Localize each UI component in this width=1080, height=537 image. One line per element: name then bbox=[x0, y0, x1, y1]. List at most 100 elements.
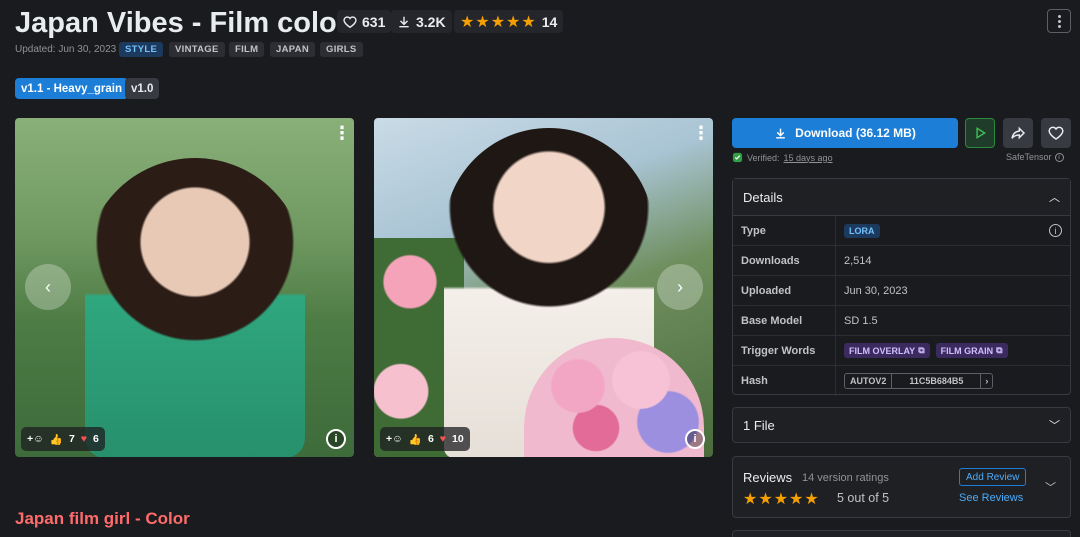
heart-count: 6 bbox=[93, 433, 99, 445]
description-heading: Japan film girl - Color bbox=[15, 509, 190, 528]
trigger-word-2[interactable]: FILM GRAIN ⧉ bbox=[935, 343, 1008, 358]
details-row-uploaded: Uploaded Jun 30, 2023 bbox=[733, 276, 1070, 306]
heart-icon[interactable]: ♥ bbox=[81, 433, 87, 445]
download-button[interactable]: Download (36.12 MB) bbox=[732, 118, 958, 148]
tag-girls[interactable]: GIRLS bbox=[320, 42, 363, 57]
share-button[interactable] bbox=[1003, 118, 1033, 148]
gallery-image-2[interactable]: ⋮ › +☺ 👍 6 ♥ 10 i bbox=[374, 118, 713, 457]
like-count: 7 bbox=[68, 433, 75, 445]
trigger-word-text: FILM OVERLAY bbox=[849, 345, 916, 356]
like-count: 6 bbox=[427, 433, 434, 445]
gallery-image-1[interactable]: ⋮ ‹ +☺ 👍 7 ♥ 6 i bbox=[15, 118, 354, 457]
row-label: Uploaded bbox=[741, 284, 792, 297]
chevron-left-icon: ‹ bbox=[45, 276, 51, 297]
files-label: 1 File bbox=[743, 417, 775, 433]
reviews-score: 5 out of 5 bbox=[837, 491, 890, 505]
version-tab-v1-1[interactable]: v1.1 - Heavy_grain bbox=[15, 78, 129, 99]
run-button[interactable] bbox=[965, 118, 995, 148]
thumbs-up-icon[interactable]: 👍 bbox=[409, 433, 422, 446]
version-tab-v1-0[interactable]: v1.0 bbox=[125, 78, 160, 99]
rating-stat[interactable]: ★★★★★ 14 bbox=[454, 10, 564, 33]
row-value: SD 1.5 bbox=[835, 306, 1070, 335]
details-row-downloads: Downloads 2,514 bbox=[733, 246, 1070, 276]
info-icon[interactable]: i bbox=[1054, 152, 1064, 162]
reviews-panel: Reviews 14 version ratings ★★★★★ 5 out o… bbox=[732, 456, 1071, 518]
row-label: Hash bbox=[741, 375, 768, 387]
file-format: SafeTensor i bbox=[1006, 152, 1064, 162]
info-icon[interactable]: i bbox=[1049, 224, 1062, 237]
copy-icon[interactable]: ⧉ bbox=[918, 345, 924, 356]
page-title: Japan Vibes - Film color bbox=[15, 7, 349, 39]
row-label: Type bbox=[741, 224, 766, 237]
add-reaction-icon[interactable]: +☺ bbox=[386, 433, 403, 445]
tag-film[interactable]: FILM bbox=[229, 42, 265, 57]
download-icon bbox=[776, 128, 785, 139]
tag-vintage[interactable]: VINTAGE bbox=[169, 42, 225, 57]
likes-stat[interactable]: 631 bbox=[337, 10, 392, 33]
details-row-trigger-words: Trigger Words FILM OVERLAY ⧉ FILM GRAIN ⧉ bbox=[733, 336, 1070, 366]
star-rating-icon: ★★★★★ bbox=[743, 491, 820, 508]
hash-value[interactable]: 11C5B684B5 bbox=[892, 374, 982, 388]
rating-count: 14 bbox=[541, 13, 558, 30]
likes-count: 631 bbox=[362, 13, 386, 30]
star-rating-icon: ★★★★★ bbox=[460, 13, 537, 31]
more-menu-button[interactable] bbox=[1047, 9, 1071, 33]
row-label: Trigger Words bbox=[741, 344, 816, 357]
downloads-count: 3.2K bbox=[416, 13, 446, 30]
add-review-button[interactable]: Add Review bbox=[959, 468, 1027, 486]
hash-selector[interactable]: AUTOV2 11C5B684B5 › bbox=[844, 373, 994, 389]
add-reaction-icon[interactable]: +☺ bbox=[27, 433, 44, 445]
row-value: 2,514 bbox=[835, 246, 1070, 275]
favorite-button[interactable] bbox=[1041, 118, 1071, 148]
tag-japan[interactable]: JAPAN bbox=[270, 42, 315, 57]
thumbs-up-icon[interactable]: 👍 bbox=[50, 433, 63, 446]
reviews-count: 14 version ratings bbox=[802, 472, 889, 484]
verified-label: Verified: bbox=[747, 152, 780, 163]
chevron-down-icon[interactable]: ﹀ bbox=[1049, 417, 1060, 433]
download-icon bbox=[399, 16, 409, 27]
tag-style[interactable]: STYLE bbox=[119, 42, 164, 57]
vertical-dots-icon bbox=[1057, 14, 1061, 28]
heart-icon bbox=[1048, 126, 1064, 140]
details-panel: Details ︿ Type LORA i Downloads 2,514 Up… bbox=[732, 178, 1071, 396]
chevron-up-icon[interactable]: ︿ bbox=[1049, 189, 1060, 205]
type-badge: LORA bbox=[844, 223, 880, 238]
trigger-word-1[interactable]: FILM OVERLAY ⧉ bbox=[844, 343, 930, 358]
image-subject bbox=[85, 158, 305, 457]
row-label: Base Model bbox=[741, 314, 803, 327]
heart-icon[interactable]: ♥ bbox=[440, 433, 446, 445]
files-accordion[interactable]: 1 File ﹀ bbox=[732, 407, 1071, 443]
image-info-icon[interactable]: i bbox=[326, 429, 346, 449]
next-panel bbox=[732, 530, 1071, 537]
shield-check-icon bbox=[732, 152, 743, 163]
image-menu-icon[interactable]: ⋮ bbox=[333, 124, 351, 142]
row-value: Jun 30, 2023 bbox=[835, 276, 1070, 305]
chevron-down-icon[interactable]: ﹀ bbox=[1045, 479, 1056, 495]
verified-status: Verified: 15 days ago bbox=[732, 152, 833, 163]
reviews-title: Reviews bbox=[743, 470, 793, 485]
download-label: Download (36.12 MB) bbox=[795, 126, 916, 140]
reaction-bar: +☺ 👍 6 ♥ 10 bbox=[380, 427, 470, 451]
chevron-right-icon[interactable]: › bbox=[981, 376, 992, 386]
carousel-next-button[interactable]: › bbox=[657, 264, 703, 310]
updated-date: Updated: Jun 30, 2023 bbox=[15, 44, 117, 55]
image-info-icon[interactable]: i bbox=[685, 429, 705, 449]
chevron-right-icon: › bbox=[677, 276, 683, 297]
safetensor-label: SafeTensor bbox=[1006, 152, 1052, 162]
row-label: Downloads bbox=[741, 254, 800, 267]
details-header[interactable]: Details ︿ bbox=[733, 179, 1070, 216]
image-menu-icon[interactable]: ⋮ bbox=[692, 124, 710, 142]
trigger-word-text: FILM GRAIN bbox=[940, 345, 994, 356]
heart-icon bbox=[343, 15, 357, 28]
hash-type[interactable]: AUTOV2 bbox=[845, 374, 893, 388]
details-row-hash: Hash AUTOV2 11C5B684B5 › bbox=[733, 366, 1070, 396]
verified-date-link[interactable]: 15 days ago bbox=[784, 153, 833, 163]
details-row-type: Type LORA i bbox=[733, 216, 1070, 246]
details-title: Details bbox=[743, 189, 783, 205]
details-row-base-model: Base Model SD 1.5 bbox=[733, 306, 1070, 336]
copy-icon[interactable]: ⧉ bbox=[996, 345, 1002, 356]
see-reviews-link[interactable]: See Reviews bbox=[959, 492, 1023, 504]
carousel-prev-button[interactable]: ‹ bbox=[25, 264, 71, 310]
reaction-bar: +☺ 👍 7 ♥ 6 bbox=[21, 427, 105, 451]
play-icon bbox=[976, 127, 987, 139]
